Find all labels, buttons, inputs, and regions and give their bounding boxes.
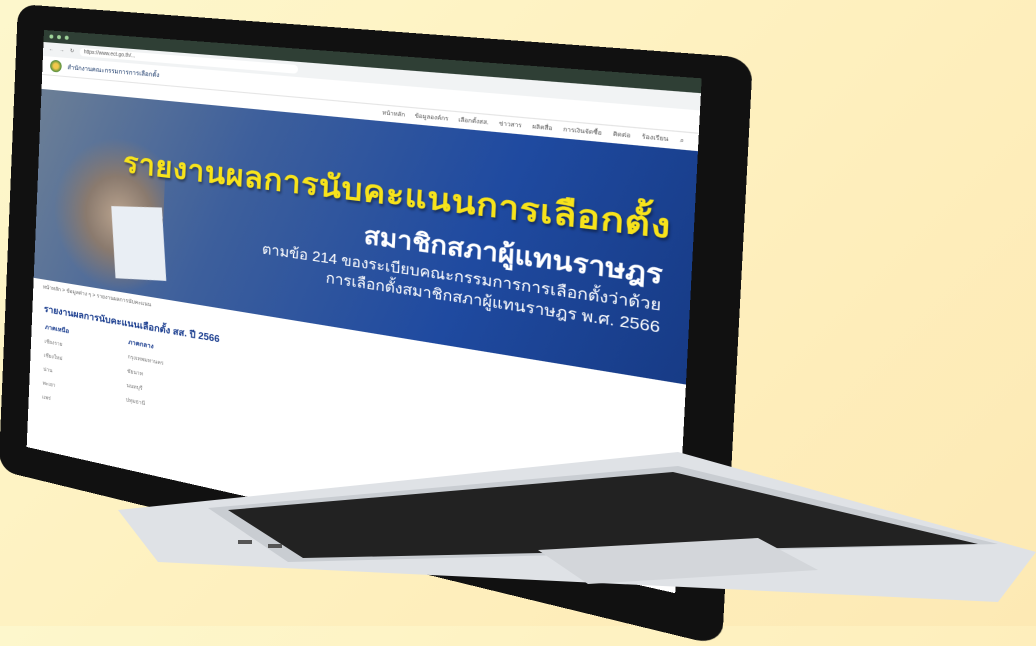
forward-icon[interactable]: → xyxy=(59,47,64,53)
nav-item[interactable]: ร้องเรียน xyxy=(642,132,669,144)
usb-port-icon xyxy=(268,544,282,548)
window-dot-icon[interactable] xyxy=(57,34,62,40)
back-icon[interactable]: ← xyxy=(49,46,54,52)
url-text: https://www.ect.go.th/... xyxy=(83,49,136,60)
laptop-base xyxy=(118,452,1036,602)
nav-item[interactable]: ข่าวสาร xyxy=(499,119,522,130)
province-link[interactable]: เชียงใหม่ xyxy=(44,352,68,365)
province-link[interactable]: แพร่ xyxy=(42,393,66,406)
region-column: ภาคเหนือ เชียงราย เชียงใหม่ น่าน พะเยา แ… xyxy=(42,322,69,406)
window-dot-icon[interactable] xyxy=(49,34,54,39)
nav-item[interactable]: การเงินจัดซื้อ xyxy=(563,125,602,138)
nav-item[interactable]: ผลิตสื่อ xyxy=(532,122,553,133)
nav-item[interactable]: เลือกตั้งสส. xyxy=(458,116,489,128)
scene: ← → ↻ https://www.ect.go.th/... สำนักงาน… xyxy=(0,0,1036,646)
province-link[interactable]: เชียงราย xyxy=(44,338,68,350)
province-link[interactable]: กรุงเทพมหานคร xyxy=(127,353,163,368)
province-link[interactable]: นนทบุรี xyxy=(126,382,162,397)
province-link[interactable]: ปทุมธานี xyxy=(126,396,162,411)
usb-port-icon xyxy=(238,540,252,544)
search-icon[interactable]: ⌕ xyxy=(680,137,684,145)
province-link[interactable]: พะเยา xyxy=(42,379,66,392)
nav-item[interactable]: หน้าหลัก xyxy=(382,109,405,120)
ballot-paper-image xyxy=(111,206,167,281)
province-link[interactable]: น่าน xyxy=(43,366,67,379)
province-link[interactable]: ชัยนาท xyxy=(127,367,163,382)
nav-item[interactable]: ติดต่อ xyxy=(613,130,631,141)
window-dot-icon[interactable] xyxy=(64,35,69,40)
ect-logo-icon[interactable] xyxy=(49,59,62,73)
reload-icon[interactable]: ↻ xyxy=(70,48,74,54)
nav-item[interactable]: ข้อมูลองค์กร xyxy=(414,112,449,124)
region-column: ภาคกลาง กรุงเทพมหานคร ชัยนาท นนทบุรี ปทุ… xyxy=(125,337,165,426)
